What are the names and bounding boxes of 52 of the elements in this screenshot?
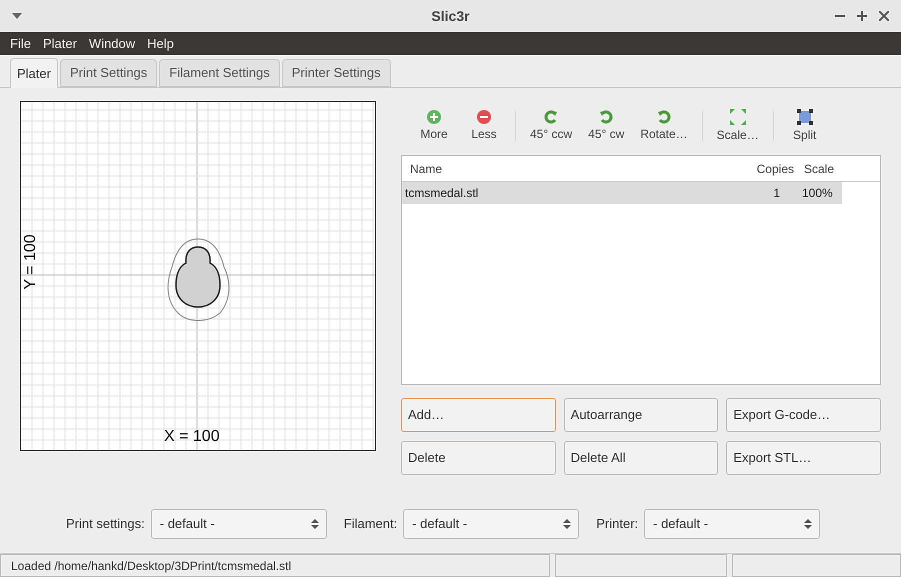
tab[interactable]: Plater: [10, 58, 58, 88]
spinner-arrows-icon: [563, 518, 572, 530]
preset-select[interactable]: - default -: [403, 509, 580, 539]
action-button[interactable]: Export STL…: [726, 441, 881, 475]
preset-select[interactable]: - default -: [150, 509, 327, 539]
minus-circle-icon: [476, 109, 492, 125]
plate-canvas[interactable]: X = 100 Y = 100: [20, 101, 376, 451]
toolbar-button[interactable]: 45° cw: [580, 109, 632, 143]
action-button[interactable]: Delete: [401, 441, 556, 475]
action-button[interactable]: Export G-code…: [726, 398, 881, 432]
menu-item[interactable]: Window: [82, 34, 142, 54]
tab[interactable]: Printer Settings: [282, 59, 391, 87]
y-axis-label: Y = 100: [21, 233, 40, 292]
plus-circle-icon: [426, 109, 442, 125]
action-button[interactable]: Delete All: [564, 441, 718, 475]
status-text: Loaded /home/hankd/Desktop/3DPrint/tcmsmedal.stl: [11, 558, 292, 574]
menu-item[interactable]: Help: [141, 34, 180, 54]
selector-label: Print settings:: [66, 515, 145, 534]
table-row[interactable]: tcmsmedal.stl 1 100%: [402, 182, 842, 204]
toolbar-button[interactable]: Rotate…: [632, 109, 696, 143]
rotate-right-icon: [598, 109, 614, 125]
column-header[interactable]: Scale: [800, 160, 842, 178]
selector-label: Filament:: [344, 515, 398, 534]
window-title: Slic3r: [431, 6, 470, 26]
table-cell-text: 1: [772, 185, 781, 202]
selector-label: Printer:: [596, 515, 638, 534]
toolbar-button[interactable]: More: [409, 109, 459, 143]
action-button[interactable]: Add…: [401, 398, 556, 432]
preset-select[interactable]: - default -: [644, 509, 820, 539]
toolbar-button[interactable]: 45° ccw: [522, 109, 580, 143]
toolbar-button[interactable]: Scale…: [708, 108, 767, 144]
toolbar-button[interactable]: Less: [459, 109, 509, 143]
maximize-icon[interactable]: [857, 11, 867, 21]
spinner-arrows-icon: [310, 518, 319, 530]
toolbar-button[interactable]: Split: [780, 108, 830, 144]
tab[interactable]: Print Settings: [60, 59, 158, 87]
window-menu-icon[interactable]: [12, 13, 22, 19]
tab[interactable]: Filament Settings: [159, 59, 280, 87]
menu-item[interactable]: Plater: [36, 34, 83, 54]
table-cell-text: 100%: [801, 185, 834, 202]
table-cell-text: tcmsmedal.stl: [404, 185, 480, 202]
close-icon[interactable]: [879, 11, 889, 21]
rotate-left-icon: [543, 109, 560, 125]
action-button[interactable]: Autoarrange: [564, 398, 718, 432]
expand-arrows-icon: [728, 108, 747, 126]
menu-item[interactable]: File: [4, 34, 37, 54]
column-header[interactable]: Name: [402, 160, 742, 178]
x-axis-label: X = 100: [164, 427, 220, 447]
split-icon: [796, 108, 814, 126]
column-header[interactable]: Copies: [742, 160, 800, 178]
spinner-arrows-icon: [804, 518, 812, 530]
rotate-right-icon: [656, 109, 672, 125]
